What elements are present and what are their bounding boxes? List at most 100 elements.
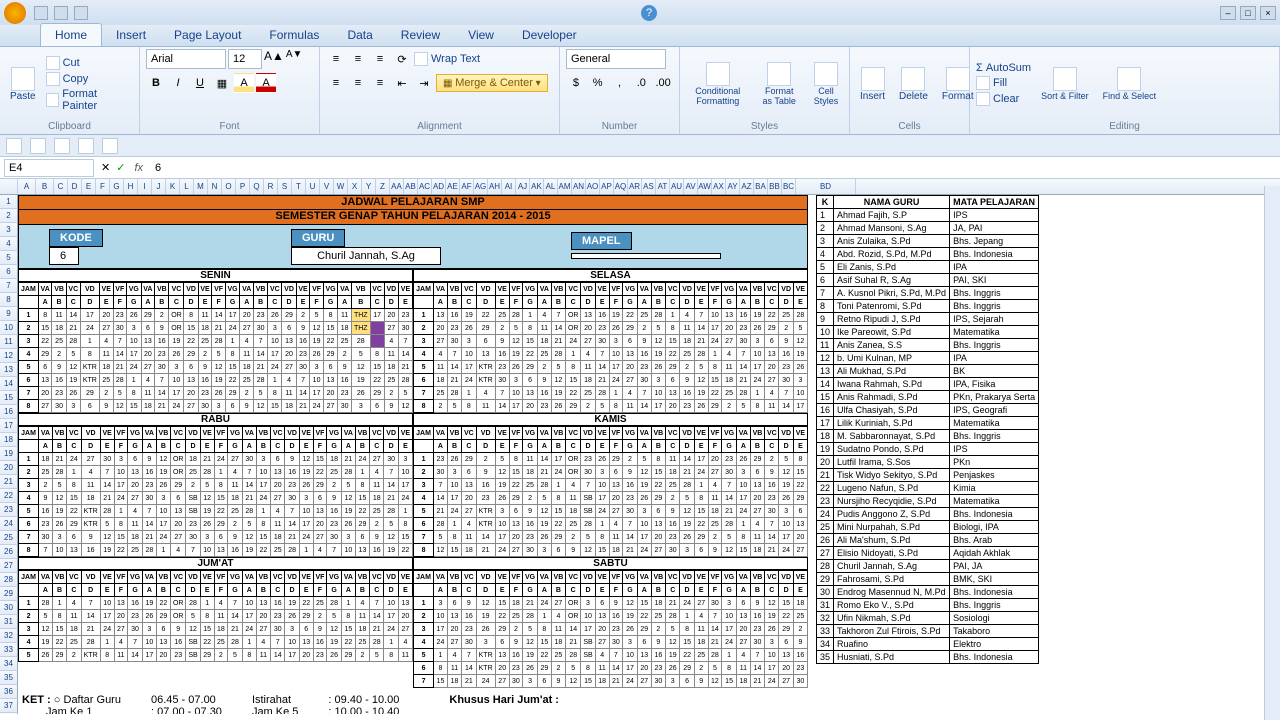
schedule-cell[interactable]: 8 [434, 662, 448, 675]
schedule-cell[interactable]: 15 [126, 400, 141, 413]
row-header[interactable]: 26 [0, 545, 18, 559]
schedule-cell[interactable]: 2 [495, 322, 509, 335]
schedule-cell[interactable]: 3 [722, 597, 737, 610]
italic-button[interactable]: I [168, 73, 188, 93]
schedule-cell[interactable]: OR [566, 466, 581, 479]
schedule-cell[interactable]: KTR [476, 374, 495, 387]
schedule-cell[interactable]: 30 [623, 505, 638, 518]
schedule-cell[interactable]: 13 [214, 544, 227, 557]
schedule-cell[interactable]: 2 [708, 531, 721, 544]
schedule-cell[interactable]: 15 [581, 675, 595, 688]
schedule-cell[interactable]: 23 [476, 492, 495, 505]
schedule-cell[interactable]: 4 [370, 466, 384, 479]
schedule-cell[interactable]: 19 [509, 348, 522, 361]
schedule-cell[interactable]: 22 [341, 636, 355, 649]
schedule-cell[interactable]: 7 [271, 636, 285, 649]
schedule-cell[interactable]: THZ [352, 322, 371, 335]
schedule-cell[interactable]: 1 [384, 636, 398, 649]
schedule-cell[interactable]: 18 [282, 400, 296, 413]
schedule-cell[interactable]: 12 [434, 544, 448, 557]
col-header[interactable]: H [124, 179, 138, 194]
schedule-cell[interactable]: 5 [66, 348, 80, 361]
schedule-cell[interactable]: 28 [509, 309, 522, 322]
schedule-cell[interactable]: 17 [495, 531, 509, 544]
schedule-cell[interactable]: 19 [750, 309, 764, 322]
schedule-cell[interactable]: 15 [52, 623, 66, 636]
schedule-cell[interactable]: 12 [186, 623, 200, 636]
schedule-cell[interactable]: 24 [708, 335, 721, 348]
schedule-cell[interactable]: 20 [793, 531, 807, 544]
schedule-cell[interactable]: 22 [765, 309, 779, 322]
close-button[interactable]: × [1260, 6, 1276, 20]
schedule-cell[interactable]: 20 [313, 518, 326, 531]
schedule-cell[interactable]: 19 [637, 479, 651, 492]
schedule-cell[interactable]: 3 [623, 636, 638, 649]
schedule-cell[interactable]: 27 [256, 623, 270, 636]
schedule-cell[interactable]: 18 [722, 374, 737, 387]
schedule-cell[interactable]: 8 [114, 518, 127, 531]
schedule-cell[interactable]: 17 [114, 479, 127, 492]
schedule-cell[interactable]: 11 [680, 322, 694, 335]
schedule-cell[interactable]: 30 [398, 322, 412, 335]
schedule-cell[interactable]: 14 [155, 387, 169, 400]
schedule-cell[interactable]: 12 [398, 400, 412, 413]
schedule-cell[interactable]: 26 [666, 662, 680, 675]
schedule-cell[interactable]: 24 [476, 675, 495, 688]
schedule-cell[interactable]: 28 [566, 649, 581, 662]
schedule-cell[interactable]: 26 [268, 309, 282, 322]
schedule-cell[interactable]: 13 [355, 544, 369, 557]
schedule-cell[interactable]: 13 [156, 636, 170, 649]
schedule-cell[interactable]: 13 [447, 610, 461, 623]
schedule-cell[interactable]: 1 [566, 348, 581, 361]
schedule-cell[interactable]: 4 [228, 466, 243, 479]
schedule-cell[interactable]: 23 [155, 348, 169, 361]
schedule-cell[interactable]: 2 [722, 400, 737, 413]
schedule-cell[interactable]: 14 [566, 623, 581, 636]
schedule-cell[interactable]: 17 [169, 387, 184, 400]
schedule-cell[interactable]: 23 [793, 662, 807, 675]
schedule-cell[interactable]: 17 [736, 492, 750, 505]
schedule-cell[interactable]: 8 [225, 348, 240, 361]
font-name-input[interactable] [146, 49, 226, 69]
schedule-cell[interactable]: 27 [736, 636, 750, 649]
schedule-cell[interactable]: SB [186, 492, 200, 505]
schedule-cell[interactable]: 12 [341, 492, 355, 505]
schedule-cell[interactable]: KTR [476, 518, 495, 531]
schedule-cell[interactable]: 5 [509, 322, 522, 335]
schedule-cell[interactable]: 1 [694, 479, 708, 492]
schedule-cell[interactable]: 26 [509, 361, 522, 374]
schedule-cell[interactable]: 17 [370, 309, 384, 322]
schedule-cell[interactable]: 9 [462, 597, 476, 610]
schedule-cell[interactable]: 21 [694, 335, 708, 348]
schedule-cell[interactable]: 7 [595, 348, 609, 361]
schedule-cell[interactable]: SB [186, 505, 200, 518]
schedule-cell[interactable]: 22 [323, 335, 338, 348]
schedule-cell[interactable]: SB [581, 492, 595, 505]
schedule-cell[interactable]: 20 [271, 479, 285, 492]
schedule-cell[interactable]: 14 [242, 479, 256, 492]
row-header[interactable]: 15 [0, 391, 18, 405]
schedule-cell[interactable]: OR [171, 466, 186, 479]
schedule-cell[interactable]: 18 [384, 361, 398, 374]
font-color-button[interactable]: A [256, 73, 276, 93]
schedule-cell[interactable]: 18 [566, 505, 581, 518]
schedule-cell[interactable]: 19 [285, 597, 299, 610]
schedule-cell[interactable]: 12 [310, 322, 323, 335]
schedule-cell[interactable]: 20 [299, 649, 313, 662]
schedule-cell[interactable]: 27 [551, 597, 565, 610]
col-header[interactable]: AE [446, 179, 460, 194]
schedule-cell[interactable]: 3 [595, 466, 609, 479]
schedule-cell[interactable]: 28 [722, 518, 737, 531]
schedule-cell[interactable]: 30 [296, 361, 310, 374]
schedule-cell[interactable]: 21 [595, 374, 609, 387]
schedule-cell[interactable]: 17 [637, 531, 651, 544]
schedule-cell[interactable]: 23 [680, 400, 694, 413]
schedule-cell[interactable]: 1 [750, 387, 764, 400]
schedule-cell[interactable]: 4 [708, 479, 721, 492]
schedule-cell[interactable]: 16 [680, 387, 694, 400]
schedule-cell[interactable]: 16 [52, 374, 66, 387]
schedule-cell[interactable]: 21 [476, 544, 495, 557]
schedule-cell[interactable]: 16 [128, 597, 143, 610]
schedule-cell[interactable]: 11 [476, 400, 495, 413]
schedule-cell[interactable]: 30 [736, 335, 750, 348]
